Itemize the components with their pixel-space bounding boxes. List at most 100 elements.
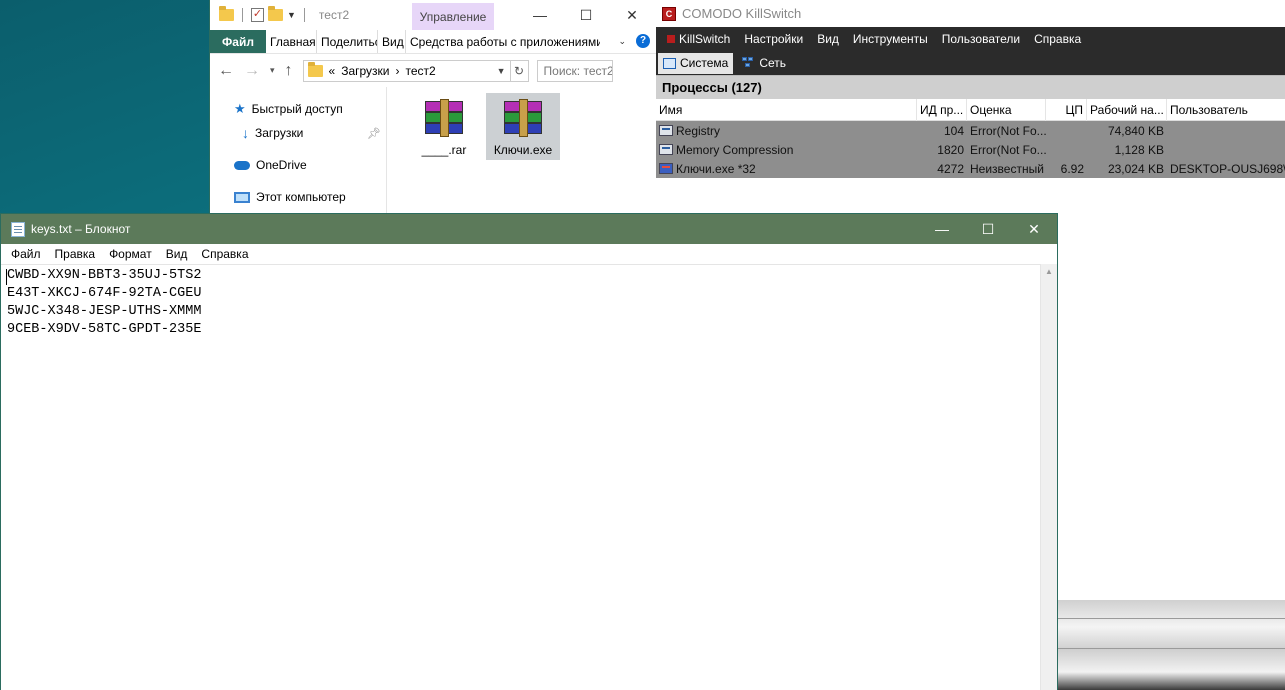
breadcrumb-separator: › xyxy=(395,63,400,78)
help-icon[interactable]: ? xyxy=(636,34,650,48)
new-folder-icon[interactable] xyxy=(268,6,283,21)
address-bar[interactable]: « Загрузки › тест2 ▼ xyxy=(302,59,511,82)
column-name[interactable]: Имя xyxy=(656,98,917,121)
file-name: Ключи.exe xyxy=(493,143,553,157)
notepad-titlebar: keys.txt – Блокнот — ☐ ✕ xyxy=(1,214,1057,244)
window-title: COMODO KillSwitch xyxy=(682,6,802,21)
text-line: 5WJC-X348-JESP-UTHS-XMMM xyxy=(7,304,202,319)
menu-edit[interactable]: Правка xyxy=(48,247,103,261)
cell-user xyxy=(1167,140,1285,159)
maximize-button[interactable]: ☐ xyxy=(965,214,1011,244)
up-arrow-icon[interactable]: ↑ xyxy=(285,62,293,80)
network-icon xyxy=(742,57,755,69)
explorer-titlebar: ✓ ▼ тест2 Управление — ☐ ✕ xyxy=(210,0,656,30)
breadcrumb-downloads[interactable]: Загрузки xyxy=(341,64,389,78)
explorer-body: ★ Быстрый доступ ↓ Загрузки 📌︎ OneDrive … xyxy=(210,87,656,214)
divider xyxy=(242,8,243,22)
nav-item-label: OneDrive xyxy=(256,158,307,172)
file-item-keys-exe[interactable]: Ключи.exe xyxy=(486,93,560,160)
nav-item-onedrive[interactable]: OneDrive xyxy=(210,153,386,177)
column-cpu[interactable]: ЦП xyxy=(1046,98,1087,121)
nav-item-downloads[interactable]: ↓ Загрузки 📌︎ xyxy=(210,121,386,145)
menu-tools[interactable]: Инструменты xyxy=(846,32,935,46)
menu-view[interactable]: Вид xyxy=(810,32,846,46)
menu-view[interactable]: Вид xyxy=(159,247,195,261)
text-editor[interactable]: CWBD-XX9N-BBT3-35UJ-5TS2 E43T-XKCJ-674F-… xyxy=(1,264,1041,690)
tab-system[interactable]: Система xyxy=(658,52,734,74)
minimize-button[interactable]: — xyxy=(517,0,563,30)
window-title: keys.txt – Блокнот xyxy=(31,222,131,236)
download-icon: ↓ xyxy=(242,125,249,141)
system-icon xyxy=(663,57,676,69)
tab-share[interactable]: Поделиться xyxy=(317,30,378,53)
cell-pid: 104 xyxy=(943,123,964,138)
tab-label: Сеть xyxy=(759,56,787,70)
column-user[interactable]: Пользователь xyxy=(1167,99,1285,121)
tab-view[interactable]: Вид xyxy=(378,30,406,53)
tab-app-tools[interactable]: Средства работы с приложениями xyxy=(406,30,600,53)
comodo-logo-icon: C xyxy=(662,6,676,21)
folder-icon xyxy=(307,61,323,77)
recent-dropdown-icon[interactable]: ▾ xyxy=(270,65,275,76)
menu-settings[interactable]: Настройки xyxy=(737,32,810,46)
nav-item-quick-access[interactable]: ★ Быстрый доступ xyxy=(210,97,386,121)
close-button[interactable]: ✕ xyxy=(1011,214,1057,244)
menu-help[interactable]: Справка xyxy=(1027,32,1088,46)
tab-home[interactable]: Главная xyxy=(266,30,317,53)
back-arrow-icon[interactable]: ← xyxy=(218,62,234,80)
cell-name: Ключи.exe *32 xyxy=(656,159,917,178)
breadcrumb-test2[interactable]: тест2 xyxy=(406,64,436,78)
killswitch-tabs: Система Сеть xyxy=(656,51,1285,75)
cell-name: Memory Compression xyxy=(656,140,917,159)
close-button[interactable]: ✕ xyxy=(609,0,655,30)
menu-format[interactable]: Формат xyxy=(102,247,159,261)
menu-file[interactable]: Файл xyxy=(4,247,48,261)
killswitch-icon xyxy=(667,35,675,43)
expand-ribbon-icon[interactable]: ⌄ xyxy=(618,36,626,47)
column-pid[interactable]: ИД пр... xyxy=(917,98,967,121)
notepad-menubar: Файл Правка Формат Вид Справка xyxy=(1,244,1057,264)
table-row[interactable]: Memory Compression 1820 Error(Not Fo... … xyxy=(656,140,1285,159)
menu-help[interactable]: Справка xyxy=(194,247,255,261)
refresh-button[interactable]: ↻ xyxy=(510,59,529,82)
address-dropdown-icon[interactable]: ▼ xyxy=(497,66,506,76)
quick-access-toolbar: ✓ ▼ xyxy=(210,6,309,22)
menu-users[interactable]: Пользователи xyxy=(935,32,1027,46)
properties-icon[interactable]: ✓ xyxy=(251,8,264,22)
tab-network[interactable]: Сеть xyxy=(737,53,791,74)
customize-dropdown-icon[interactable]: ▼ xyxy=(287,10,296,20)
column-rating[interactable]: Оценка xyxy=(967,98,1046,121)
killswitch-titlebar: C COMODO KillSwitch xyxy=(656,0,1285,27)
processes-header: Процессы (127) xyxy=(656,75,1285,99)
cell-user xyxy=(1167,121,1285,140)
menu-killswitch[interactable]: KillSwitch xyxy=(660,32,737,46)
text-line: E43T-XKCJ-674F-92TA-CGEU xyxy=(7,286,202,301)
window-title: тест2 xyxy=(318,8,350,22)
nav-item-label: Быстрый доступ xyxy=(251,102,343,116)
minimize-button[interactable]: — xyxy=(919,214,965,244)
column-working-set[interactable]: Рабочий на... xyxy=(1087,98,1167,121)
process-icon xyxy=(659,163,673,174)
cell-rating: Error(Not Fo... xyxy=(970,142,1046,157)
ribbon-controls: ⌄ ? xyxy=(618,34,650,48)
nav-item-this-pc[interactable]: Этот компьютер xyxy=(210,185,386,209)
file-name: ____.rar xyxy=(421,143,467,157)
search-input[interactable]: Поиск: тест2 xyxy=(536,59,613,82)
table-row[interactable]: Ключи.exe *32 4272 Неизвестный 6.92 23,0… xyxy=(656,159,1285,178)
vertical-scrollbar[interactable]: ▲ xyxy=(1040,264,1057,690)
notepad-icon xyxy=(11,221,25,237)
winrar-sfx-icon xyxy=(500,97,546,139)
star-icon: ★ xyxy=(234,101,246,116)
forward-arrow-icon[interactable]: → xyxy=(244,62,260,80)
manage-tab[interactable]: Управление xyxy=(412,3,494,30)
tab-file[interactable]: Файл xyxy=(210,30,266,53)
file-item-rar[interactable]: ____.rar xyxy=(407,93,481,160)
navigation-pane: ★ Быстрый доступ ↓ Загрузки 📌︎ OneDrive … xyxy=(210,87,387,214)
cell-rating: Error(Not Fo... xyxy=(970,123,1046,138)
maximize-button[interactable]: ☐ xyxy=(563,0,609,30)
table-row[interactable]: Registry 104 Error(Not Fo... 74,840 KB xyxy=(656,121,1285,140)
nav-item-label: Этот компьютер xyxy=(256,190,346,204)
scroll-up-icon[interactable]: ▲ xyxy=(1041,267,1057,276)
ribbon-tabs: Файл Главная Поделиться Вид Средства раб… xyxy=(210,30,656,54)
process-name: Ключи.exe *32 xyxy=(676,161,756,176)
